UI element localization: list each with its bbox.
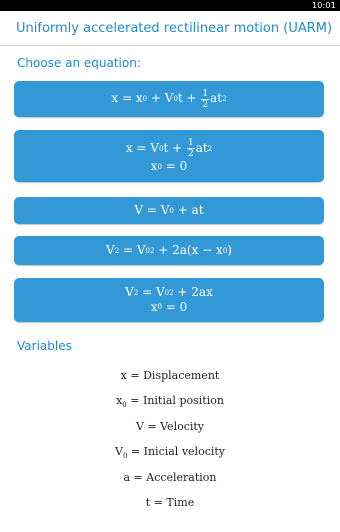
variable-symbol: x <box>120 369 127 382</box>
variable-symbol: a <box>123 471 131 484</box>
variable-symbol: V <box>114 445 123 458</box>
equation-button-1[interactable]: x = x0 + V0t + 1 2 at 2 <box>14 81 324 117</box>
variable-symbol: V <box>135 420 144 433</box>
variable-description: Inicial velocity <box>143 445 226 458</box>
variable-description: Velocity <box>160 420 205 433</box>
equation-1-line: x = x0 + V0t + 1 2 at 2 <box>111 88 227 110</box>
equation-button-2[interactable]: x = V0t + 1 2 at 2 x0 = 0 <box>14 130 324 182</box>
equation-3-line: V = V0 + at <box>134 202 204 217</box>
status-time: 10:01 <box>311 1 336 10</box>
variable-description: Acceleration <box>146 471 217 484</box>
choose-equation-label: Choose an equation: <box>17 56 141 70</box>
equation-button-3[interactable]: V = V0 + at <box>14 197 324 224</box>
variable-description: Initial position <box>142 394 224 407</box>
variable-row: a = Acceleration <box>123 471 217 484</box>
equation-5-line-2: x0 = 0 <box>150 299 188 314</box>
variable-row: V = Velocity <box>135 420 205 433</box>
equation-2-line-2: x0 = 0 <box>150 159 188 174</box>
variable-row: t = Time <box>145 496 195 509</box>
variable-symbol: t <box>145 496 151 509</box>
equation-4-line: V2 = V02 + 2a(x − x 0) <box>106 242 232 257</box>
equation-button-5[interactable]: V2 = V02 + 2ax x0 = 0 <box>14 278 324 322</box>
variable-row: x = Displacement <box>120 369 220 382</box>
status-bar: 10:01 <box>0 0 340 11</box>
variable-subscript: 0 <box>122 452 128 461</box>
variable-subscript: 0 <box>122 401 127 410</box>
equation-button-4[interactable]: V2 = V02 + 2a(x − x 0) <box>14 236 324 265</box>
equation-2-line-1: x = V0t + 1 2 at 2 <box>125 138 213 160</box>
variable-row: V0 = Inicial velocity <box>114 445 226 461</box>
variable-description: Displacement <box>143 369 220 382</box>
equation-5-line-1: V2 = V02 + 2ax <box>125 285 213 300</box>
title-divider <box>0 45 340 46</box>
variables-label: Variables <box>17 339 72 353</box>
variable-description: Time <box>166 496 195 509</box>
page-title: Uniformly accelerated rectilinear motion… <box>16 21 333 36</box>
variable-row: x0 = Initial position <box>116 394 224 410</box>
